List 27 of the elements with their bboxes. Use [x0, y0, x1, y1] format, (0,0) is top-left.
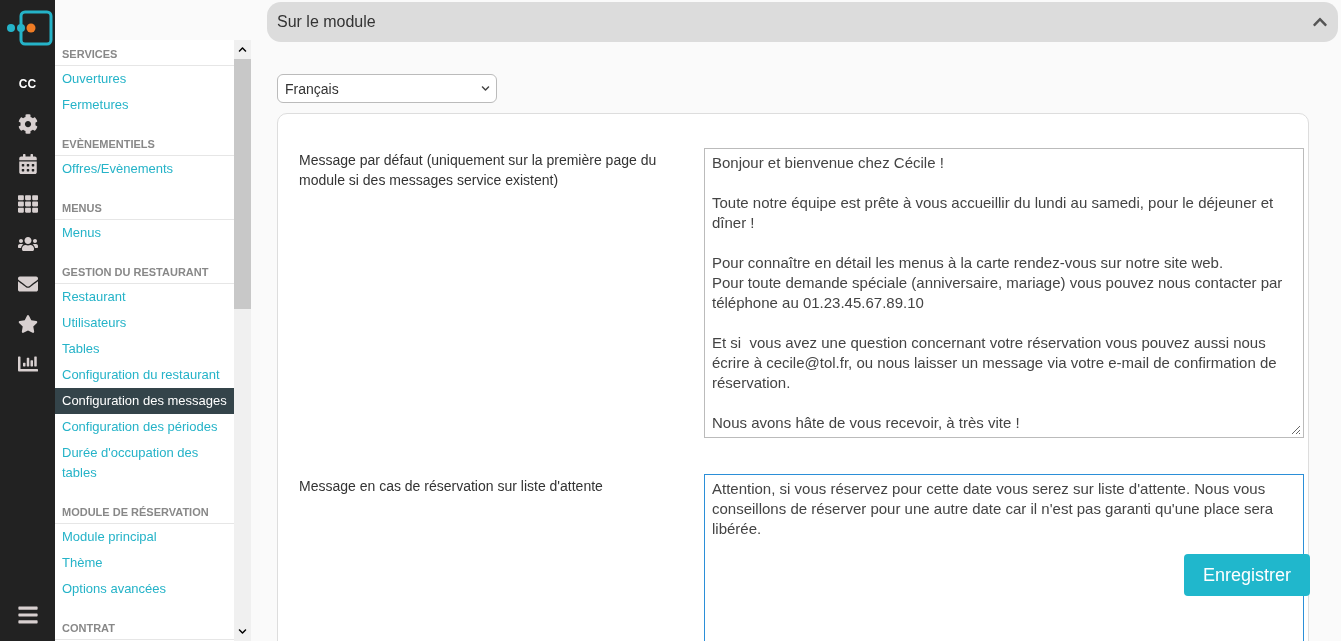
sidebar-item[interactable]: Utilisateurs	[55, 310, 234, 336]
sidebar-item[interactable]: Restaurant	[55, 284, 234, 310]
sidebar-item[interactable]: Offres/Evènements	[55, 156, 234, 182]
scrollbar-thumb[interactable]	[234, 59, 251, 309]
language-select[interactable]: Français	[277, 74, 497, 103]
sidebar-item[interactable]: Ouvertures	[55, 66, 234, 92]
sidebar-item[interactable]: Thème	[55, 550, 234, 576]
sidebar-item[interactable]: Configuration des messages	[55, 388, 234, 414]
sidebar-item[interactable]: Options avancées	[55, 576, 234, 602]
sidebar-item[interactable]: Menus	[55, 220, 234, 246]
message-field[interactable]: Bonjour et bienvenue chez Cécile ! Toute notre équipe est prête à vous accueillir du lundi au samedi, pour le déjeuner et dîner ! Pour connaître en détail les menus à la carte rendez-vous sur notre site web. Pour toute demande spéciale (anniversaire, mariage) vous pouvez nous contacter par téléphone au 01.23.45.67.89.10 Et si vous avez une question concernant votre réservation vous pouvez aussi nous écrire à cecile@tol.fr, ou nous laisser un message via votre e-mail de confirmation de réservation. Nous avons hâte de vous recevoir, à très vite !	[704, 148, 1304, 438]
panel-header[interactable]: Sur le module	[267, 2, 1338, 42]
panel-title: Sur le module	[277, 13, 376, 31]
sidebar-item[interactable]: Durée d'occupation des tables	[55, 440, 234, 486]
sidebar-item[interactable]: Configuration des périodes	[55, 414, 234, 440]
sidebar-item[interactable]: Configuration du restaurant	[55, 362, 234, 388]
sidebar-item[interactable]: Module principal	[55, 524, 234, 550]
save-button[interactable]: Enregistrer	[1184, 554, 1311, 596]
field-label: Message en cas de réservation sur liste d'attente	[299, 477, 604, 496]
user-initials[interactable]: CC	[18, 64, 37, 104]
scroll-up-icon[interactable]	[238, 45, 247, 54]
sidebar-item[interactable]: Fermetures	[55, 92, 234, 118]
caret-icon	[481, 84, 490, 93]
scroll-down-icon[interactable]	[238, 627, 247, 636]
sidebar-item[interactable]: Tables	[55, 336, 234, 362]
field-label: Message par défaut (uniquement sur la première page du module si des messages service existent)	[299, 151, 658, 190]
resize-grip-icon[interactable]	[1289, 423, 1301, 435]
